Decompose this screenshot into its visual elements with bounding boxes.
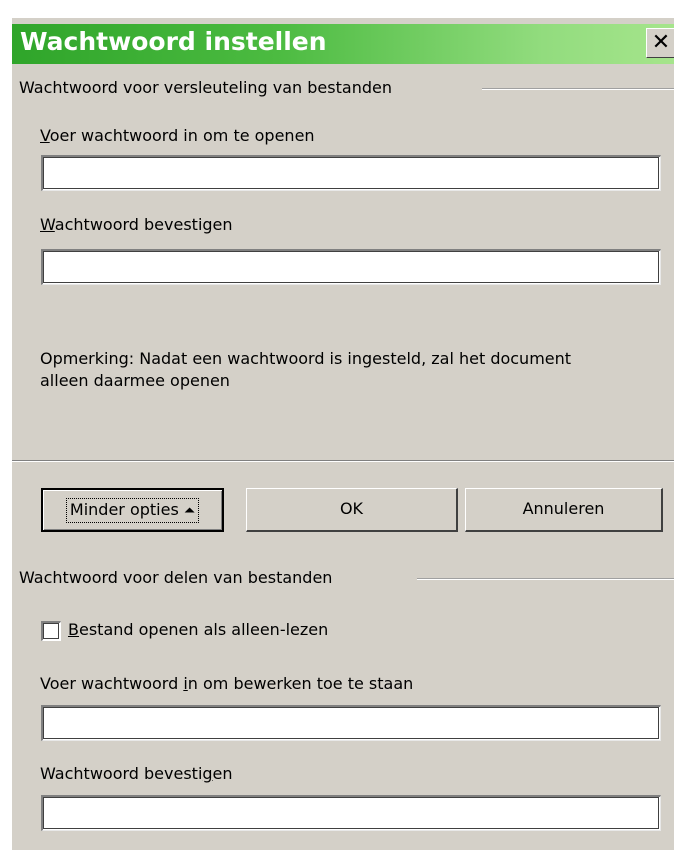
- confirm-edit-password-label: Wachtwoord bevestigen: [40, 764, 233, 783]
- set-password-dialog: Wachtwoord instellen ✕ Wachtwoord voor v…: [10, 18, 674, 850]
- confirm-edit-password-label-key: g: [202, 764, 213, 783]
- confirm-edit-password-label-pre: Wachtwoord bevesti: [40, 764, 203, 783]
- password-note: Opmerking: Nadat een wachtwoord is inges…: [40, 349, 572, 390]
- confirm-open-password-label-rest: achtwoord bevestigen: [54, 215, 233, 234]
- confirm-edit-password-label-post: en: [212, 764, 233, 783]
- readonly-checkbox-label[interactable]: Bestand openen als alleen-lezen: [68, 620, 328, 639]
- open-password-label: Voer wachtwoord in om te openen: [40, 126, 315, 145]
- confirm-open-password-input[interactable]: [41, 249, 661, 285]
- fewer-options-focus: Minder opties ⏶: [65, 498, 200, 523]
- close-icon: ✕: [651, 30, 671, 55]
- collapse-arrow-icon: ⏶: [183, 503, 196, 519]
- open-password-label-rest: oer wachtwoord in om te openen: [49, 126, 315, 145]
- confirm-edit-password-input[interactable]: [41, 795, 661, 831]
- fewer-options-button[interactable]: Minder opties ⏶: [41, 488, 224, 532]
- ok-button[interactable]: OK: [246, 488, 458, 532]
- title-bar[interactable]: Wachtwoord instellen ✕: [12, 24, 674, 64]
- readonly-label-rest: estand openen als alleen-lezen: [78, 620, 329, 639]
- fewer-options-label: Minder opties: [69, 500, 179, 519]
- readonly-label-key: B: [68, 620, 79, 639]
- encryption-group-label: Wachtwoord voor versleuteling van bestan…: [19, 78, 398, 97]
- open-password-label-key: V: [40, 126, 50, 145]
- encryption-group-line: [482, 88, 674, 90]
- edit-password-input[interactable]: [41, 705, 661, 741]
- confirm-open-password-label-key: W: [40, 215, 55, 234]
- confirm-open-password-label: Wachtwoord bevestigen: [40, 215, 233, 234]
- open-password-input[interactable]: [41, 155, 661, 191]
- edit-password-label-pre: Voer wachtwoord: [40, 674, 184, 693]
- sharing-group-label: Wachtwoord voor delen van bestanden: [19, 568, 339, 587]
- edit-password-label-post: n om bewerken toe te staan: [187, 674, 414, 693]
- readonly-checkbox[interactable]: [41, 621, 61, 641]
- edit-password-label: Voer wachtwoord in om bewerken toe te st…: [40, 674, 413, 693]
- options-separator: [12, 460, 674, 462]
- sharing-group-line: [417, 578, 674, 580]
- close-button[interactable]: ✕: [646, 28, 674, 58]
- cancel-button[interactable]: Annuleren: [465, 488, 663, 532]
- dialog-title: Wachtwoord instellen: [20, 27, 327, 56]
